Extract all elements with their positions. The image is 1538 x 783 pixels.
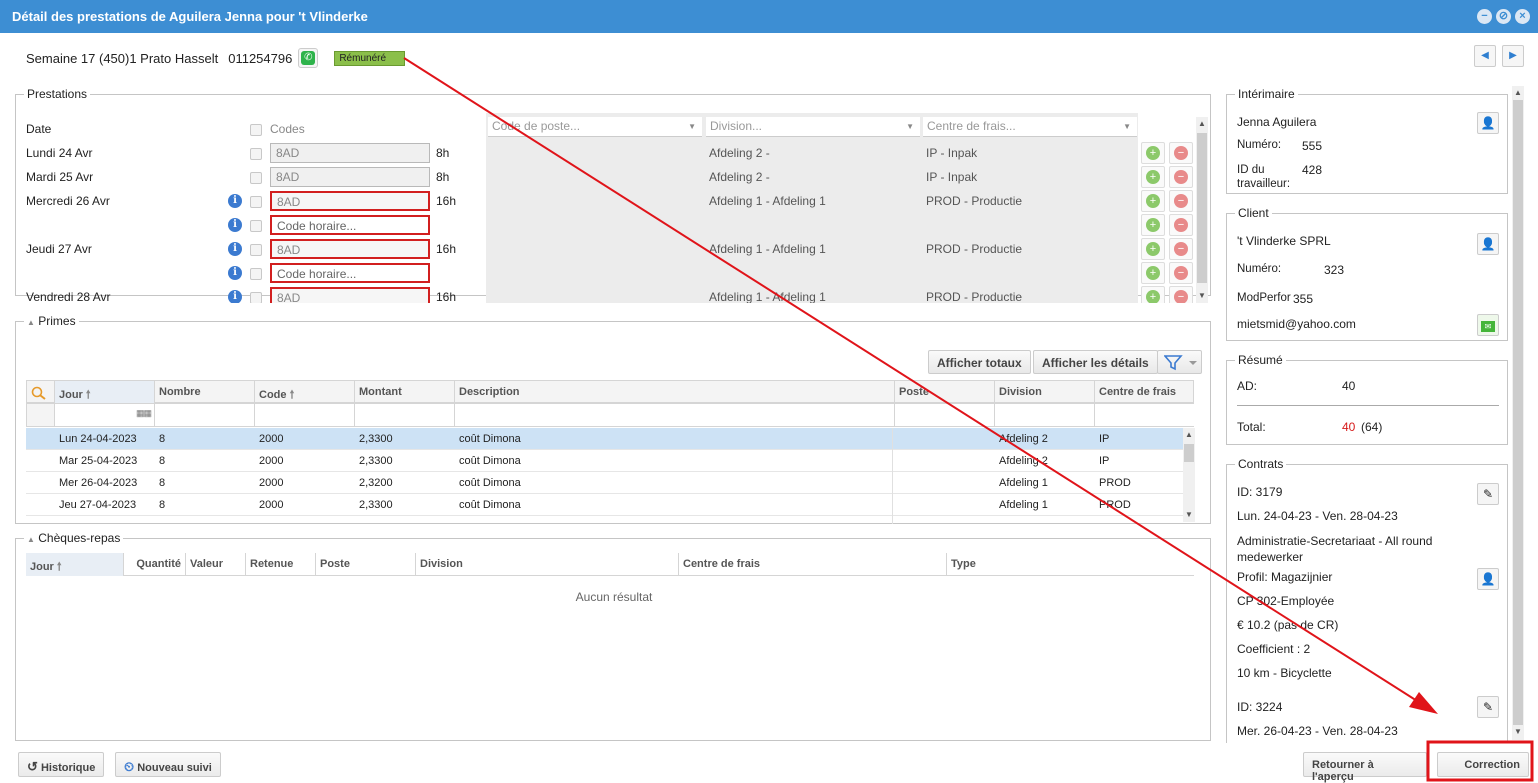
annotation-arrow-line xyxy=(403,57,1426,707)
annotation-overlay xyxy=(403,57,1534,782)
annotation-highlight-box xyxy=(1426,740,1534,782)
annotation-arrow-head xyxy=(1409,692,1438,714)
